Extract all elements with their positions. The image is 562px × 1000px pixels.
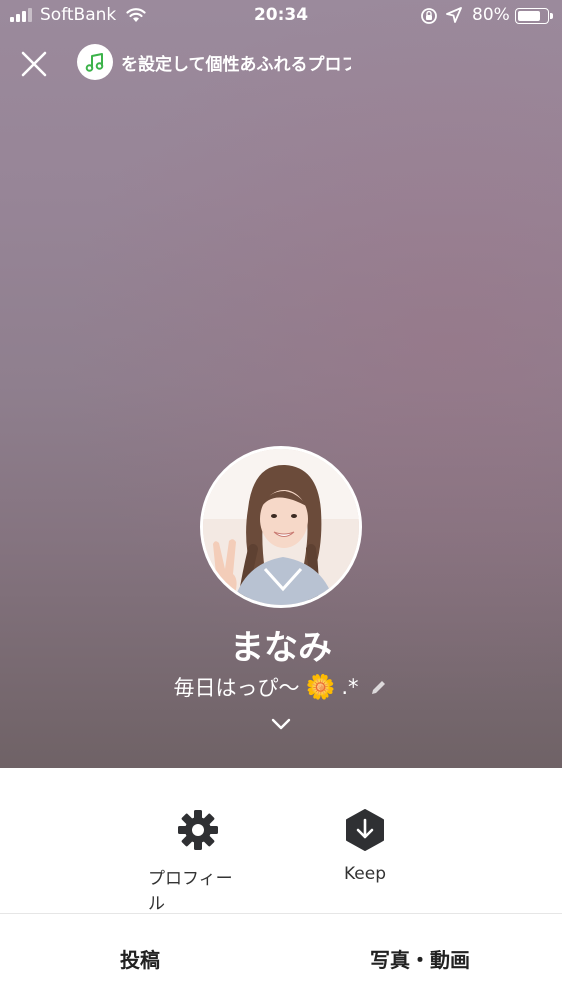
profile-music-button[interactable] [77,44,113,80]
status-bar: SoftBank 20:34 80% [0,0,562,32]
close-icon [21,51,47,77]
rotation-lock-icon [421,8,437,24]
pencil-icon[interactable] [369,677,389,697]
battery-icon [515,8,553,24]
close-button[interactable] [16,46,52,82]
flower-emoji: 🌼 [305,673,336,701]
keep-label: Keep [343,864,386,884]
keep-button[interactable]: Keep [325,808,405,884]
action-panel: プロフィール Keep [0,768,562,914]
tab-photos-videos[interactable]: 写真・動画 [370,944,470,973]
status-message: 毎日はっぴ〜 [173,676,300,700]
divider [0,913,562,914]
profile-name: まなみ [230,628,332,668]
chevron-down-icon[interactable] [269,714,293,734]
battery-level-fill [518,11,540,21]
profile-screen: SoftBank 20:34 80% を設定して個性あふれるプロフ まなみ 毎日… [0,0,562,1000]
music-note-icon [85,53,104,72]
profile-music-prompt[interactable]: を設定して個性あふれるプロフ [121,50,351,75]
profile-settings-button[interactable]: プロフィール [148,808,248,914]
profile-settings-label: プロフィール [148,869,233,914]
status-message-suffix: .* [341,675,359,699]
status-message-row[interactable]: 毎日はっぴ〜 🌼 .* [0,672,562,702]
battery-percent: 80% [472,5,510,25]
gear-icon [178,810,218,850]
location-arrow-icon [446,7,462,23]
avatar[interactable] [200,446,362,608]
keep-download-icon [346,809,384,851]
tab-posts[interactable]: 投稿 [120,944,160,973]
avatar-photo [203,449,359,605]
